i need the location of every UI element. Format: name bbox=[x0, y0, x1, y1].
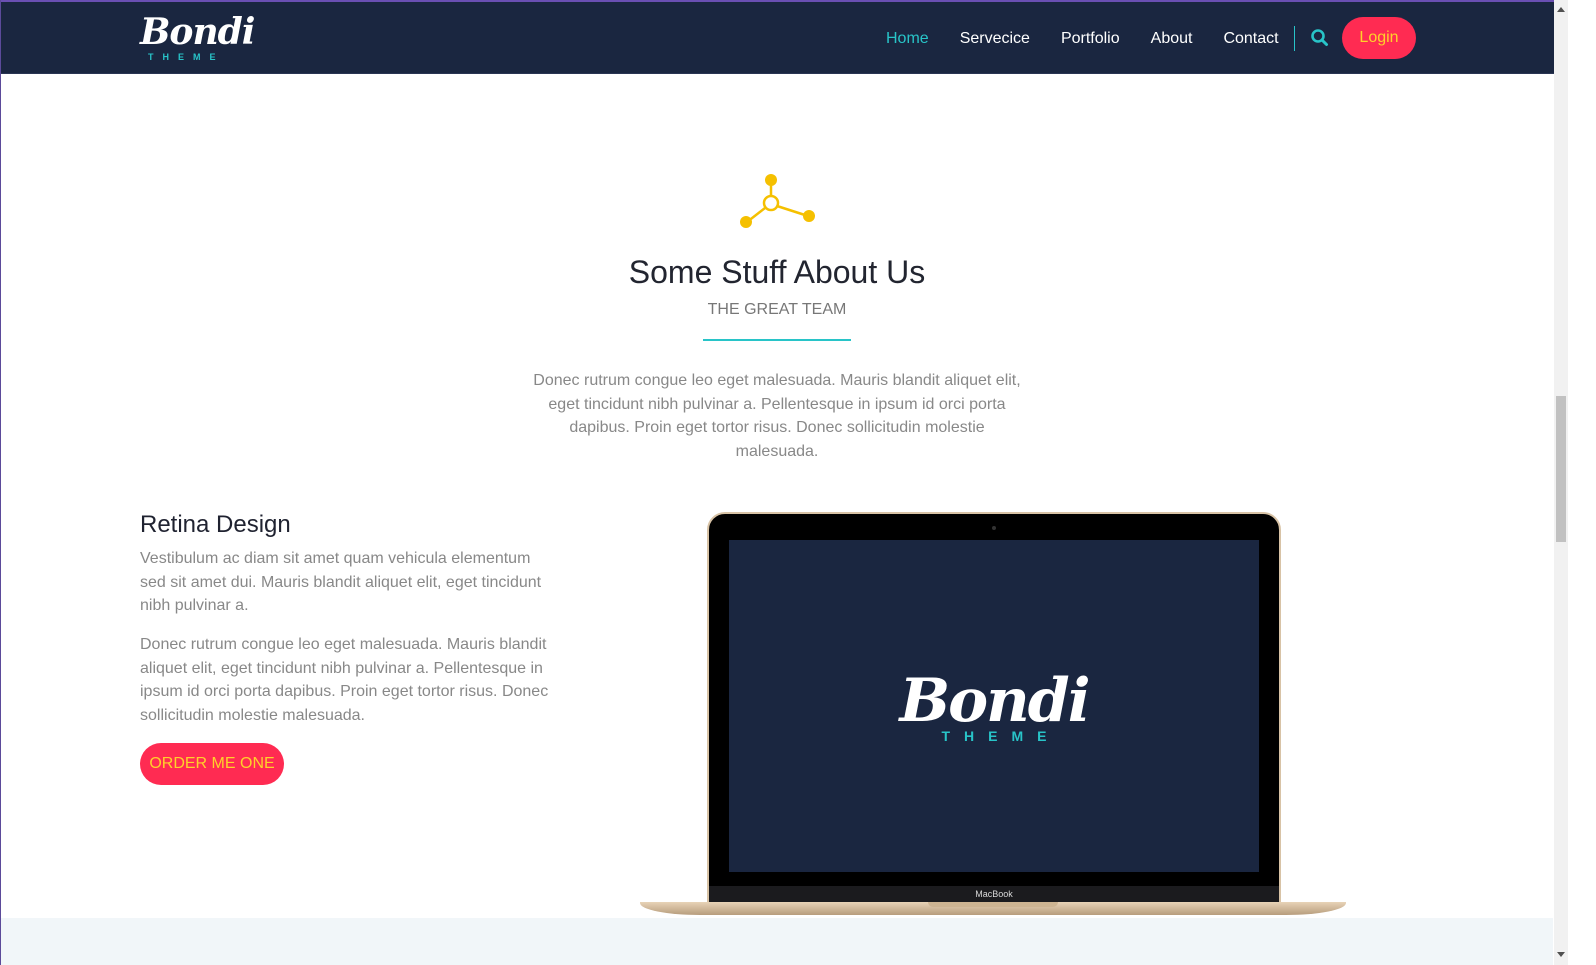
order-button[interactable]: ORDER ME ONE bbox=[140, 743, 284, 785]
laptop-label: MacBook bbox=[975, 889, 1013, 899]
main-nav: Home Servecice Portfolio About Contact bbox=[886, 24, 1310, 54]
screen-logo-wordmark: Bondi bbox=[899, 666, 1090, 736]
title-underline bbox=[703, 339, 851, 341]
nav-item-portfolio[interactable]: Portfolio bbox=[1061, 24, 1120, 54]
feature-paragraph: Donec rutrum congue leo eget malesuada. … bbox=[140, 636, 549, 724]
scrollbar-thumb[interactable] bbox=[1556, 396, 1566, 542]
nav-item-about[interactable]: About bbox=[1151, 24, 1193, 54]
feature-paragraph: Vestibulum ac diam sit amet quam vehicul… bbox=[140, 550, 542, 615]
nav-divider bbox=[1294, 26, 1295, 51]
navbar: Bondi THEME Home Servecice Portfolio Abo… bbox=[1, 2, 1579, 74]
share-network-icon bbox=[736, 171, 818, 233]
search-icon[interactable] bbox=[1310, 27, 1330, 49]
laptop-notch bbox=[928, 902, 1058, 907]
laptop-camera bbox=[992, 526, 996, 530]
laptop-image: Bondi THEME MacBook bbox=[640, 512, 1346, 918]
scroll-up-arrow-icon[interactable] bbox=[1557, 7, 1565, 12]
logo-subtitle: THEME bbox=[148, 52, 225, 62]
screen-logo-subtitle: THEME bbox=[941, 728, 1061, 744]
section-subtitle: THE GREAT TEAM bbox=[707, 301, 847, 318]
feature-title: Retina Design bbox=[140, 511, 291, 538]
scroll-down-arrow-icon[interactable] bbox=[1557, 952, 1565, 957]
nav-item-contact[interactable]: Contact bbox=[1223, 24, 1278, 54]
window-right-margin bbox=[1568, 0, 1596, 965]
logo-wordmark: Bondi bbox=[140, 11, 255, 53]
next-section-background bbox=[1, 918, 1553, 965]
nav-item-home[interactable]: Home bbox=[886, 24, 929, 54]
window-left-border bbox=[0, 0, 1, 965]
login-button[interactable]: Login bbox=[1342, 17, 1416, 59]
nav-item-service[interactable]: Servecice bbox=[960, 24, 1030, 54]
brand-logo[interactable]: Bondi THEME bbox=[140, 10, 260, 68]
section-title: Some Stuff About Us bbox=[628, 254, 926, 290]
laptop-screen: Bondi THEME bbox=[729, 540, 1259, 872]
section-intro-text: Donec rutrum congue leo eget malesuada. … bbox=[533, 372, 1021, 460]
